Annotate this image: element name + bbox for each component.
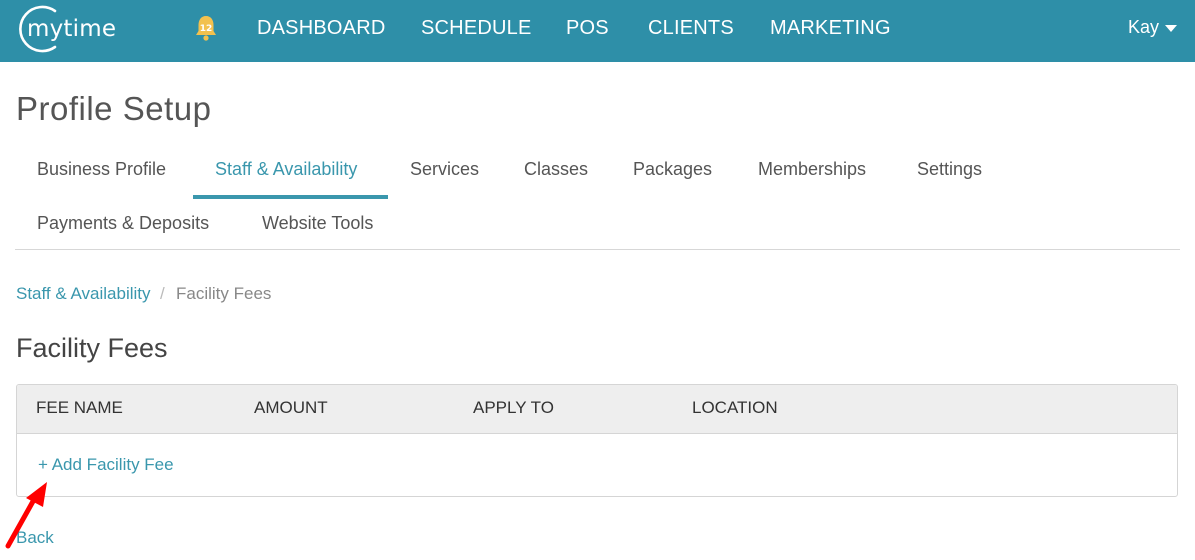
tab-staff-availability[interactable]: Staff & Availability <box>215 159 357 180</box>
page-title: Profile Setup <box>16 90 212 127</box>
breadcrumb-staff-availability[interactable]: Staff & Availability <box>16 284 151 304</box>
column-header-location: LOCATION <box>692 398 778 417</box>
tab-website-tools[interactable]: Website Tools <box>262 213 373 234</box>
breadcrumb-current: Facility Fees <box>176 284 272 303</box>
notification-count: 12 <box>200 24 213 34</box>
nav-marketing[interactable]: MARKETING <box>770 17 891 40</box>
mytime-logo[interactable]: mytime <box>17 3 145 55</box>
nav-schedule[interactable]: SCHEDULE <box>421 17 532 40</box>
bell-icon[interactable]: 12 <box>194 14 218 42</box>
user-name: Kay <box>1127 17 1159 37</box>
column-header-apply-to: APPLY TO <box>473 398 554 417</box>
breadcrumb-separator: / <box>160 284 165 303</box>
caret-down-icon <box>1165 25 1177 32</box>
nav-clients[interactable]: CLIENTS <box>648 17 734 40</box>
top-navigation-bar: mytime 12 DASHBOARD SCHEDULE POS CLIENTS… <box>0 0 1195 62</box>
tab-settings[interactable]: Settings <box>917 159 982 180</box>
nav-dashboard[interactable]: DASHBOARD <box>257 17 386 40</box>
nav-pos[interactable]: POS <box>566 17 609 40</box>
add-facility-fee-link[interactable]: + Add Facility Fee <box>38 455 174 475</box>
tab-memberships[interactable]: Memberships <box>758 159 866 180</box>
user-menu[interactable]: Kay <box>1128 17 1177 38</box>
active-tab-indicator <box>193 195 388 199</box>
section-title: Facility Fees <box>16 333 168 363</box>
tabs-divider <box>15 249 1180 250</box>
tab-classes[interactable]: Classes <box>524 159 588 180</box>
facility-fees-table: FEE NAME AMOUNT APPLY TO LOCATION + Add … <box>16 384 1178 497</box>
red-arrow-icon <box>5 482 47 549</box>
logo-text: mytime <box>27 16 116 42</box>
tab-services[interactable]: Services <box>410 159 479 180</box>
table-header: FEE NAME AMOUNT APPLY TO LOCATION <box>17 385 1177 434</box>
tab-business-profile[interactable]: Business Profile <box>37 159 166 180</box>
column-header-fee-name: FEE NAME <box>36 398 123 417</box>
column-header-amount: AMOUNT <box>254 398 328 417</box>
tab-packages[interactable]: Packages <box>633 159 712 180</box>
tab-payments-deposits[interactable]: Payments & Deposits <box>37 213 209 234</box>
